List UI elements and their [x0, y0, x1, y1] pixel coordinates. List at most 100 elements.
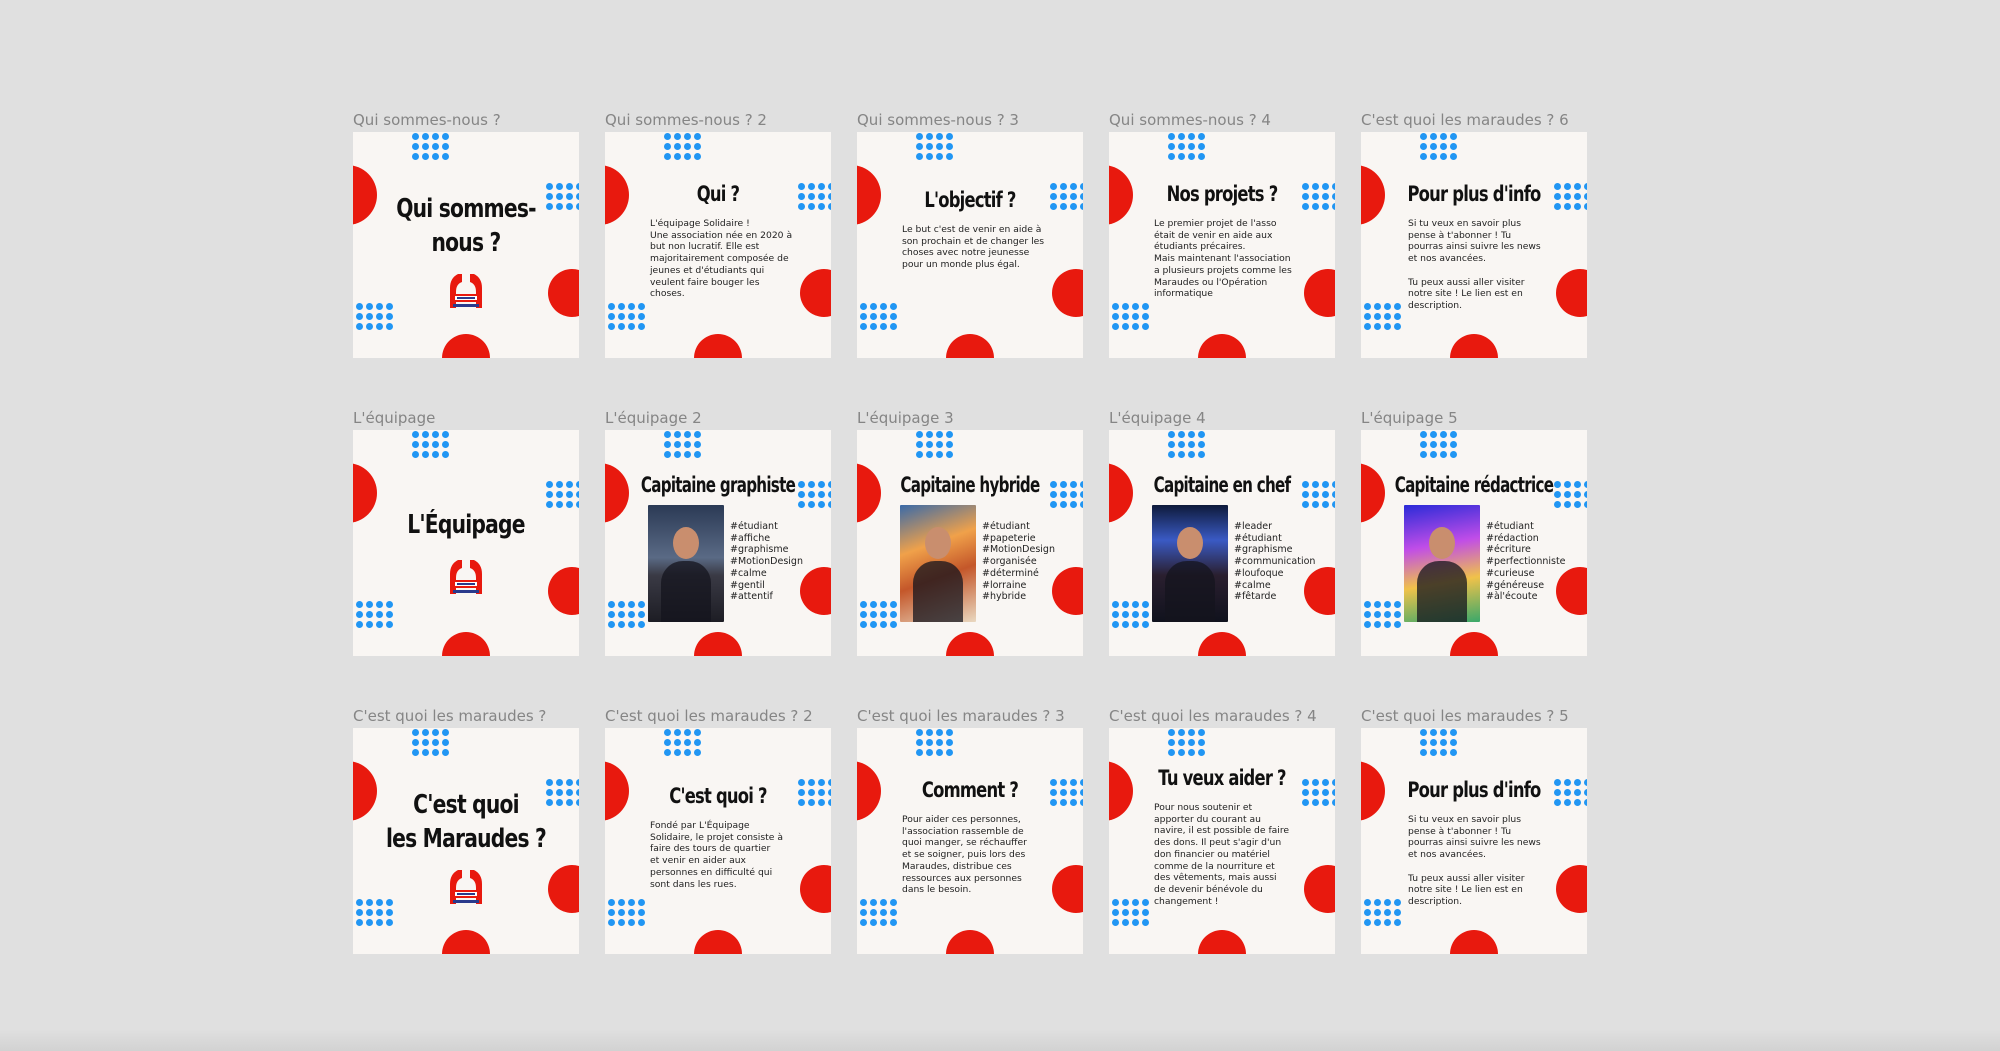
red-circle-decoration [442, 930, 490, 954]
profile-hashtags: #leader #étudiant #graphisme #communicat… [1234, 521, 1316, 603]
red-circle-decoration [605, 463, 629, 523]
red-circle-decoration [1052, 567, 1083, 615]
red-circle-decoration [800, 269, 831, 317]
red-circle-decoration [353, 463, 377, 523]
red-circle-decoration [857, 761, 881, 821]
red-circle-decoration [1450, 632, 1498, 656]
slide-body-text: Fondé par L'Équipage Solidaire, le proje… [650, 820, 783, 890]
man-in-suit-photo [648, 505, 724, 622]
slide-title: C'est quoi ? [669, 784, 767, 808]
slide-title: Capitaine hybride [900, 473, 1040, 497]
frame-label[interactable]: C'est quoi les maraudes ? 4 [1109, 707, 1317, 725]
slide-title: Capitaine en chef [1153, 473, 1292, 497]
frame-label[interactable]: Qui sommes-nous ? [353, 111, 501, 129]
slide-title: Qui sommes- nous ? [396, 194, 536, 258]
slide-title: C'est quoi les Maraudes ? [385, 790, 547, 854]
red-circle-decoration [946, 930, 994, 954]
slide-frame[interactable]: Pour plus d'info Si tu veux en savoir plu… [1361, 728, 1587, 954]
red-circle-decoration [1304, 865, 1335, 913]
frame-label[interactable]: Qui sommes-nous ? 2 [605, 111, 767, 129]
maraudes-logo [444, 554, 488, 598]
slide-body-text: Le premier projet de l'asso était de ven… [1154, 218, 1292, 300]
slide-frame[interactable]: C'est quoi les Maraudes ? [353, 728, 579, 954]
slide-frame[interactable]: Capitaine en chef #leader #étudiant #grap… [1109, 430, 1335, 656]
frame-label[interactable]: L'équipage 3 [857, 409, 954, 427]
slide-frame[interactable]: Capitaine hybride #étudiant #papeterie #M… [857, 430, 1083, 656]
red-circle-decoration [694, 632, 742, 656]
slide-frame[interactable]: Comment ? Pour aider ces personnes, l'ass… [857, 728, 1083, 954]
slide-body-text: Si tu veux en savoir plus pense à t'abon… [1408, 218, 1541, 311]
slide-frame[interactable]: L'Équipage [353, 430, 579, 656]
red-circle-decoration [857, 463, 881, 523]
slide-frame[interactable]: Nos projets ? Le premier projet de l'asso… [1109, 132, 1335, 358]
slide-title: Pour plus d'info [1407, 778, 1541, 802]
slide-frame[interactable]: Capitaine graphiste #étudiant #affiche #g… [605, 430, 831, 656]
red-circle-decoration [1361, 165, 1385, 225]
frame-label[interactable]: L'équipage [353, 409, 435, 427]
frame-label[interactable]: L'équipage 5 [1361, 409, 1458, 427]
red-circle-decoration [1361, 761, 1385, 821]
red-circle-decoration [1556, 865, 1587, 913]
red-circle-decoration [548, 865, 579, 913]
frame-label[interactable]: C'est quoi les maraudes ? 3 [857, 707, 1065, 725]
frame-label[interactable]: C'est quoi les maraudes ? 2 [605, 707, 813, 725]
red-circle-decoration [353, 165, 377, 225]
frame-label[interactable]: C'est quoi les maraudes ? 5 [1361, 707, 1569, 725]
red-circle-decoration [800, 865, 831, 913]
red-circle-decoration [800, 567, 831, 615]
red-circle-decoration [1198, 632, 1246, 656]
slide-frame[interactable]: Pour plus d'info Si tu veux en savoir plu… [1361, 132, 1587, 358]
red-circle-decoration [605, 761, 629, 821]
slide-frame[interactable]: Qui ? L'équipage Solidaire ! Une associat… [605, 132, 831, 358]
red-circle-decoration [694, 334, 742, 358]
frame-label[interactable]: Qui sommes-nous ? 3 [857, 111, 1019, 129]
red-circle-decoration [1556, 269, 1587, 317]
red-circle-decoration [857, 165, 881, 225]
slide-title: Comment ? [921, 778, 1019, 802]
red-circle-decoration [1052, 865, 1083, 913]
frame-label[interactable]: L'équipage 4 [1109, 409, 1206, 427]
red-circle-decoration [548, 269, 579, 317]
slide-title: Capitaine graphiste [640, 473, 796, 497]
frame-label[interactable]: Qui sommes-nous ? 4 [1109, 111, 1271, 129]
profile-hashtags: #étudiant #papeterie #MotionDesign #orga… [982, 521, 1055, 603]
slide-title: Capitaine rédactrice [1394, 473, 1554, 497]
sunset-portrait-photo [900, 505, 976, 622]
slide-title: Qui ? [696, 182, 740, 206]
red-circle-decoration [605, 165, 629, 225]
slide-frame[interactable]: L'objectif ? Le but c'est de venir en aid… [857, 132, 1083, 358]
slide-title: Pour plus d'info [1407, 182, 1541, 206]
maraudes-logo [444, 864, 488, 908]
red-circle-decoration [548, 567, 579, 615]
neon-portrait-photo [1404, 505, 1480, 622]
slide-body-text: L'équipage Solidaire ! Une association n… [650, 218, 793, 300]
red-circle-decoration [1198, 930, 1246, 954]
red-circle-decoration [946, 632, 994, 656]
frame-label[interactable]: L'équipage 2 [605, 409, 702, 427]
red-circle-decoration [1450, 334, 1498, 358]
frame-label[interactable]: C'est quoi les maraudes ? 6 [1361, 111, 1569, 129]
slide-frame[interactable]: C'est quoi ? Fondé par L'Équipage Solidai… [605, 728, 831, 954]
profile-hashtags: #étudiant #rédaction #écriture #perfecti… [1486, 521, 1566, 603]
profile-hashtags: #étudiant #affiche #graphisme #MotionDes… [730, 521, 803, 603]
red-circle-decoration [1109, 165, 1133, 225]
red-circle-decoration [1109, 761, 1133, 821]
slide-body-text: Si tu veux en savoir plus pense à t'abon… [1408, 814, 1541, 907]
slide-frame[interactable]: Qui sommes- nous ? [353, 132, 579, 358]
slide-frame[interactable]: Capitaine rédactrice #étudiant #rédaction… [1361, 430, 1587, 656]
red-circle-decoration [1052, 269, 1083, 317]
canvas-bottom-shadow [0, 1029, 2000, 1051]
red-circle-decoration [694, 930, 742, 954]
maraudes-logo [444, 268, 488, 312]
red-circle-decoration [1198, 334, 1246, 358]
slide-body-text: Le but c'est de venir en aide à son proc… [902, 224, 1045, 271]
red-circle-decoration [1450, 930, 1498, 954]
slide-title: Nos projets ? [1166, 182, 1279, 206]
slide-body-text: Pour aider ces personnes, l'association … [902, 814, 1027, 896]
red-circle-decoration [1304, 269, 1335, 317]
slide-frame[interactable]: Tu veux aider ? Pour nous soutenir et app… [1109, 728, 1335, 954]
frame-label[interactable]: C'est quoi les maraudes ? [353, 707, 546, 725]
red-circle-decoration [1361, 463, 1385, 523]
red-circle-decoration [442, 334, 490, 358]
crowned-portrait-photo [1152, 505, 1228, 622]
